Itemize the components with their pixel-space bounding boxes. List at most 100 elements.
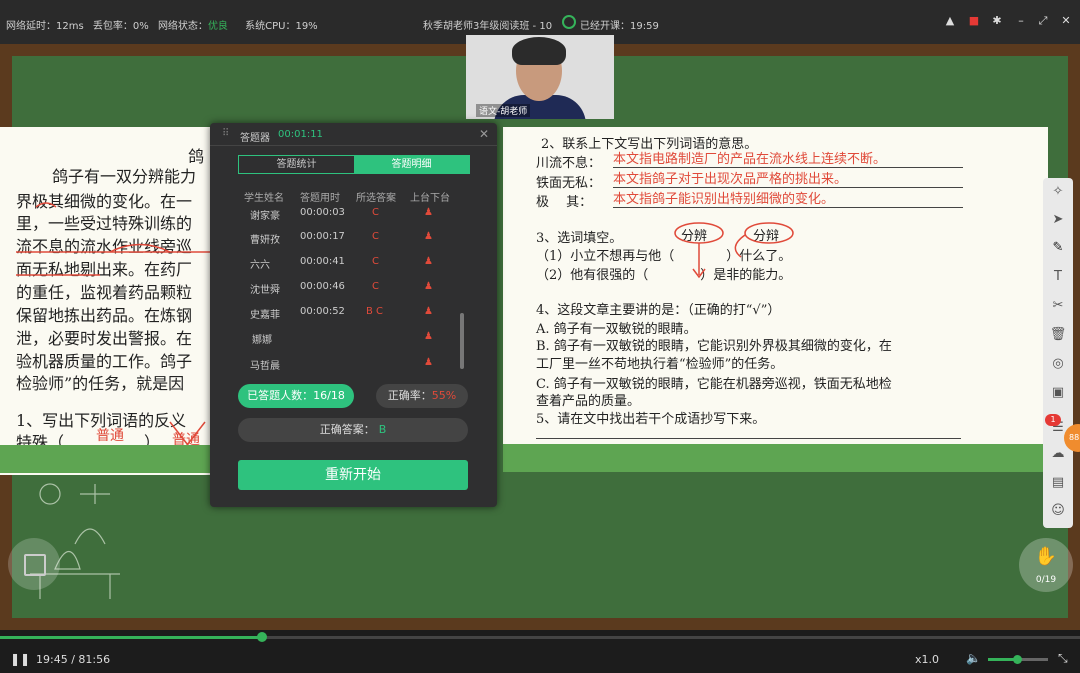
answer-time: 00:00:52 bbox=[300, 306, 345, 317]
quiz-tabs: 答题统计 答题明细 bbox=[238, 155, 470, 174]
toolbox-icon[interactable]: ▤ bbox=[1048, 473, 1068, 493]
restart-button[interactable]: 重新开始 bbox=[238, 460, 468, 490]
stage-toggle-icon[interactable]: ♟ bbox=[424, 231, 433, 242]
right-grass bbox=[503, 444, 1048, 472]
latency-text: 网络延时：12ms bbox=[6, 21, 84, 32]
stage-toggle-icon[interactable]: ♟ bbox=[424, 207, 433, 218]
selected-answer: C bbox=[372, 281, 379, 292]
image-icon[interactable]: ▣ bbox=[1048, 383, 1068, 403]
quiz-panel: ⠿ 答题器 00:01:11 ✕ 答题统计 答题明细 学生姓名 答题用时 所选答… bbox=[210, 123, 497, 507]
selected-answer: C bbox=[372, 207, 379, 218]
quiz-timer: 00:01:11 bbox=[278, 129, 323, 140]
q5-heading: 5、请在文中找出若干个成语抄写下来。 bbox=[536, 412, 766, 427]
minimize-icon[interactable]: – bbox=[1015, 15, 1027, 27]
quiz-title: 答题器 bbox=[240, 133, 270, 144]
playback-time: 19:45 / 81:56 bbox=[36, 653, 111, 666]
laser-pointer-icon[interactable]: ✧ bbox=[1048, 182, 1068, 202]
q4-heading: 4、这段文章主要讲的是：（正确的打“√”） bbox=[536, 303, 781, 318]
teacher-video[interactable]: 语文-胡老师 bbox=[466, 35, 614, 119]
volume-icon[interactable]: 🔈 bbox=[966, 651, 981, 665]
accuracy-label: 正确率： bbox=[387, 389, 432, 402]
text-icon[interactable]: T bbox=[1048, 267, 1068, 287]
answer-time: 00:00:46 bbox=[300, 281, 345, 292]
net-state-value: 优良 bbox=[207, 21, 228, 32]
volume-slider[interactable] bbox=[988, 655, 1048, 664]
volume-knob[interactable] bbox=[1013, 655, 1022, 664]
quiz-header[interactable]: ⠿ 答题器 00:01:11 ✕ bbox=[210, 123, 497, 146]
scissors-icon[interactable]: ✂ bbox=[1048, 296, 1068, 316]
q5-line-1 bbox=[536, 438, 961, 439]
speed-button[interactable]: x1.0 bbox=[915, 653, 939, 666]
fullscreen-icon[interactable]: ⤡ bbox=[1058, 651, 1068, 666]
table-row: 娜娜 ♟ bbox=[238, 325, 464, 349]
bell-icon[interactable]: ▲ bbox=[944, 15, 956, 27]
answer-time: 00:00:41 bbox=[300, 256, 345, 267]
answer-time: 00:00:03 bbox=[300, 207, 345, 218]
answered-count: 已答题人数：16/18 bbox=[238, 384, 354, 408]
correct-answer-value: B bbox=[378, 423, 387, 436]
q4-b2: 工厂里一丝不苟地执行着“检验师”的任务。 bbox=[536, 357, 784, 372]
red-annotations bbox=[16, 202, 210, 468]
table-scrollbar[interactable] bbox=[460, 313, 464, 369]
users-icon[interactable]: ☺ bbox=[1048, 501, 1068, 521]
stage-toggle-icon[interactable]: ♟ bbox=[424, 331, 433, 342]
correct-answer-pill: 正确答案： B bbox=[238, 418, 468, 442]
student-name: 谢家豪 bbox=[250, 211, 280, 222]
copy-square bbox=[24, 554, 46, 576]
q4-b1: B. 鸽子有一双敏锐的眼睛，它能识别外界极其细微的变化，在 bbox=[536, 339, 892, 354]
network-stats: 网络延时：12ms 丢包率：0% 网络状态：优良 系统CPU：19% bbox=[6, 17, 324, 32]
select-arrow-icon[interactable]: ➤ bbox=[1048, 210, 1068, 230]
accuracy-pill: 正确率：55% bbox=[376, 384, 468, 408]
table-row: 马哲晨 ♟ bbox=[238, 351, 464, 375]
selected-answer: C bbox=[372, 256, 379, 267]
student-name: 六六 bbox=[250, 260, 270, 271]
hand-icon: ✋ bbox=[1034, 546, 1058, 567]
tab-statistics[interactable]: 答题统计 bbox=[239, 156, 354, 173]
record-icon[interactable]: ■ bbox=[968, 15, 980, 27]
pen-icon[interactable]: ✎ bbox=[1048, 238, 1068, 258]
stage-toggle-icon[interactable]: ♟ bbox=[424, 306, 433, 317]
student-name: 马哲晨 bbox=[250, 361, 280, 372]
pause-icon[interactable]: ❚❚ bbox=[10, 652, 30, 666]
expand-icon[interactable]: ⤢ bbox=[1037, 15, 1049, 27]
progress-fill bbox=[0, 636, 263, 639]
progress-track[interactable] bbox=[0, 632, 1080, 642]
student-name: 史嘉菲 bbox=[250, 310, 280, 321]
table-row: 史嘉菲 00:00:52 B C ♟ bbox=[238, 300, 464, 324]
hand-count: 0/19 bbox=[1035, 575, 1057, 585]
table-row: 沈世舜 00:00:46 C ♟ bbox=[238, 275, 464, 299]
selected-answer: C bbox=[372, 231, 379, 242]
packet-loss-text: 丢包率：0% bbox=[92, 21, 149, 32]
stage-toggle-icon[interactable]: ♟ bbox=[424, 357, 433, 368]
player-bar: ❚❚ 19:45 / 81:56 x1.0 🔈 ⤡ bbox=[0, 630, 1080, 673]
tab-details[interactable]: 答题明细 bbox=[354, 156, 469, 173]
elapsed-time: 已经开课：19:59 bbox=[580, 21, 659, 32]
left-page: 鸽 鸽子有一双分辨能力 界极其细微的变化。在一 里，一些受过特殊训练的 流不息的… bbox=[0, 127, 210, 475]
student-name: 沈世舜 bbox=[250, 285, 280, 296]
accuracy-value: 55% bbox=[431, 389, 457, 402]
notification-badge: 1 bbox=[1045, 414, 1061, 426]
stage-toggle-icon[interactable]: ♟ bbox=[424, 256, 433, 267]
student-name: 曹妍孜 bbox=[250, 235, 280, 246]
raise-hand-button[interactable]: ✋ 0/19 bbox=[1019, 538, 1073, 592]
table-row: 谢家豪 00:00:03 C ♟ bbox=[238, 201, 464, 225]
teacher-label: 语文-胡老师 bbox=[476, 104, 531, 117]
clock-icon bbox=[562, 15, 576, 29]
copy-icon[interactable] bbox=[8, 538, 60, 590]
trash-icon[interactable]: 🗑 bbox=[1048, 325, 1068, 345]
table-row: 曹妍孜 00:00:17 C ♟ bbox=[238, 225, 464, 249]
close-icon[interactable]: ✕ bbox=[479, 127, 489, 141]
close-icon[interactable]: ✕ bbox=[1060, 15, 1072, 27]
student-name: 娜娜 bbox=[252, 335, 272, 346]
progress-knob[interactable] bbox=[257, 632, 268, 642]
eraser-icon[interactable]: ◎ bbox=[1048, 354, 1068, 374]
q4-c2: 查着产品的质量。 bbox=[536, 394, 641, 409]
stage-toggle-icon[interactable]: ♟ bbox=[424, 281, 433, 292]
net-state-label: 网络状态： bbox=[157, 21, 208, 32]
cloud-icon[interactable]: ☁ bbox=[1048, 444, 1068, 464]
left-grass bbox=[0, 445, 210, 473]
gear-icon[interactable]: ✱ bbox=[991, 15, 1003, 27]
table-row: 六六 00:00:41 C ♟ bbox=[238, 250, 464, 274]
cpu-text: 系统CPU：19% bbox=[245, 21, 318, 32]
drag-handle-icon[interactable]: ⠿ bbox=[222, 128, 229, 139]
